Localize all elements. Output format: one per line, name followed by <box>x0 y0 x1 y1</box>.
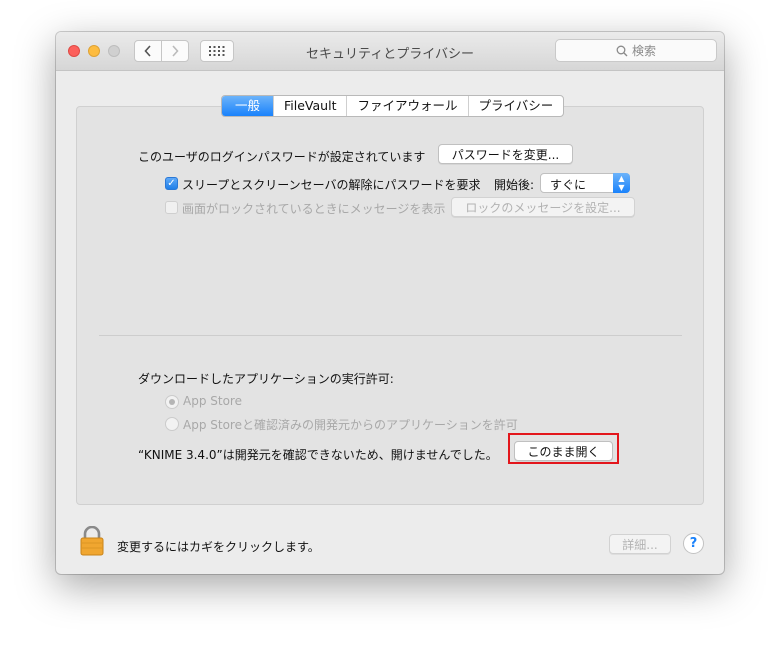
radio-app-store[interactable] <box>165 395 179 409</box>
blocked-app-message: “KNIME 3.4.0”は開発元を確認できないため、開けませんでした。 <box>138 448 498 462</box>
titlebar: セキュリティとプライバシー 検索 <box>56 32 724 71</box>
close-window-button[interactable] <box>68 45 80 57</box>
radio-identified-developers-label: App Storeと確認済みの開発元からのアプリケーションを許可 <box>183 418 518 432</box>
zoom-window-button[interactable] <box>108 45 120 57</box>
window-title: セキュリティとプライバシー <box>306 47 474 62</box>
chevron-right-icon <box>172 45 179 57</box>
lock-icon[interactable] <box>80 526 104 556</box>
set-lock-message-button[interactable]: ロックのメッセージを設定... <box>451 197 635 217</box>
start-delay-select[interactable]: すぐに ▲ ▼ <box>540 173 630 193</box>
help-button[interactable]: ? <box>683 533 704 554</box>
security-privacy-window: セキュリティとプライバシー 検索 このユーザのログインパスワードが設定されていま… <box>56 32 724 574</box>
open-anyway-highlight-box <box>508 433 619 464</box>
tab-bar: 一般 FileVault ファイアウォール プライバシー <box>221 95 565 117</box>
forward-button[interactable] <box>161 40 189 62</box>
search-icon <box>616 45 628 56</box>
password-status-text: このユーザのログインパスワードが設定されています <box>138 150 426 164</box>
download-permission-heading: ダウンロードしたアプリケーションの実行許可: <box>138 372 394 386</box>
lock-message-checkbox[interactable] <box>165 201 178 214</box>
back-button[interactable] <box>134 40 162 62</box>
radio-app-store-label: App Store <box>183 394 242 408</box>
start-label: 開始後: <box>494 178 535 192</box>
radio-identified-developers[interactable] <box>165 417 179 431</box>
advanced-button[interactable]: 詳細... <box>609 534 671 554</box>
search-field[interactable]: 検索 <box>555 39 717 62</box>
search-placeholder: 検索 <box>631 44 656 58</box>
require-password-checkbox[interactable]: ✓ <box>165 177 178 190</box>
tab-firewall[interactable]: ファイアウォール <box>346 96 467 116</box>
grid-icon <box>209 46 225 56</box>
tab-general[interactable]: 一般 <box>222 96 274 116</box>
lock-instruction-text: 変更するにはカギをクリックします。 <box>117 540 320 554</box>
change-password-button[interactable]: パスワードを変更... <box>438 144 573 164</box>
start-delay-value: すぐに <box>550 178 587 192</box>
updown-icon: ▲ ▼ <box>613 173 630 193</box>
lock-message-label: 画面がロックされているときにメッセージを表示 <box>182 202 446 216</box>
show-all-button[interactable] <box>200 40 234 62</box>
chevron-left-icon <box>144 45 151 57</box>
require-password-label: スリープとスクリーンセーバの解除にパスワードを要求 <box>182 178 481 192</box>
section-divider <box>99 335 682 336</box>
tab-filevault[interactable]: FileVault <box>273 96 346 116</box>
minimize-window-button[interactable] <box>88 45 100 57</box>
tab-privacy[interactable]: プライバシー <box>467 96 564 116</box>
